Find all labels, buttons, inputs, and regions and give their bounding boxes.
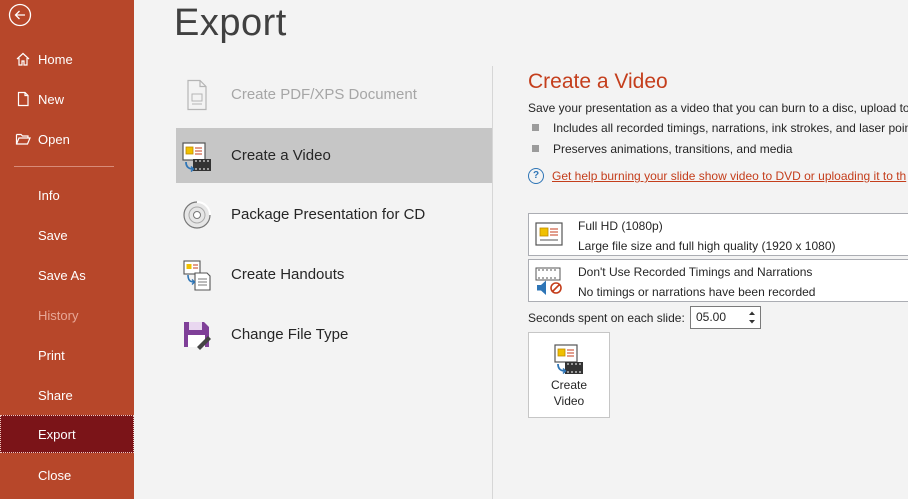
new-document-icon — [14, 90, 32, 108]
bullet-square — [532, 124, 539, 131]
nav-close[interactable]: Close — [0, 456, 134, 494]
option-create-pdf: Create PDF/XPS Document — [176, 67, 492, 122]
bullet-text: Preserves animations, transitions, and m… — [553, 142, 793, 156]
option-package-cd[interactable]: Package Presentation for CD — [176, 187, 492, 242]
video-panel-description: Save your presentation as a video that y… — [528, 101, 908, 115]
cd-icon — [182, 198, 212, 232]
panel-divider — [492, 66, 493, 499]
spinner-arrows-icon[interactable] — [746, 308, 758, 327]
seconds-value[interactable]: 05.00 — [696, 310, 726, 324]
nav-export[interactable]: Export — [0, 415, 134, 453]
home-icon — [14, 50, 32, 68]
no-narration-icon — [535, 267, 562, 295]
nav-home[interactable]: Home — [0, 40, 134, 78]
create-video-label-line2: Video — [553, 394, 585, 408]
nav-print-label: Print — [38, 347, 65, 363]
bullet-square — [532, 145, 539, 152]
nav-close-label: Close — [38, 467, 72, 483]
option-label: Create Handouts — [231, 266, 345, 283]
backstage-sidebar: Home New Open Info Save Save As History … — [0, 0, 134, 499]
seconds-spinner[interactable]: 05.00 — [690, 306, 761, 329]
video-panel-title: Create a Video — [528, 70, 668, 93]
nav-info[interactable]: Info — [0, 176, 134, 214]
help-question-icon: ? — [528, 168, 544, 184]
option-label: Create PDF/XPS Document — [231, 86, 417, 103]
quality-title: Full HD (1080p) — [578, 219, 663, 233]
page-title: Export — [174, 2, 287, 44]
option-label: Package Presentation for CD — [231, 206, 426, 223]
timings-subtitle: No timings or narrations have been recor… — [578, 285, 816, 299]
presentation-quality-icon — [535, 222, 563, 246]
sidebar-divider — [14, 166, 114, 167]
timings-title: Don't Use Recorded Timings and Narration… — [578, 265, 813, 279]
nav-print[interactable]: Print — [0, 336, 134, 374]
nav-share-label: Share — [38, 387, 73, 403]
open-folder-icon — [14, 130, 32, 148]
nav-save[interactable]: Save — [0, 216, 134, 254]
help-row: ? Get help burning your slide show video … — [528, 168, 906, 184]
option-label: Create a Video — [231, 147, 331, 164]
option-create-handouts[interactable]: Create Handouts — [176, 247, 492, 302]
quality-subtitle: Large file size and full high quality (1… — [578, 239, 836, 253]
nav-export-label: Export — [38, 426, 76, 442]
nav-new[interactable]: New — [0, 80, 134, 118]
create-video-icon — [554, 344, 583, 375]
nav-info-label: Info — [38, 187, 60, 203]
nav-save-as[interactable]: Save As — [0, 256, 134, 294]
nav-new-label: New — [38, 91, 65, 107]
bullet-text: Includes all recorded timings, narration… — [553, 121, 908, 135]
help-link[interactable]: Get help burning your slide show video t… — [552, 169, 906, 183]
nav-open[interactable]: Open — [0, 120, 134, 158]
option-create-video[interactable]: Create a Video — [176, 128, 492, 183]
handouts-icon — [182, 258, 212, 292]
nav-history: History — [0, 296, 134, 334]
nav-history-label: History — [38, 307, 79, 323]
nav-save-as-label: Save As — [38, 267, 86, 283]
video-icon — [182, 139, 212, 173]
nav-share[interactable]: Share — [0, 376, 134, 414]
create-video-button[interactable]: Create Video — [528, 332, 610, 418]
back-arrow-icon[interactable] — [8, 3, 32, 27]
option-change-file-type[interactable]: Change File Type — [176, 307, 492, 362]
seconds-label: Seconds spent on each slide: — [528, 311, 685, 325]
nav-home-label: Home — [38, 51, 73, 67]
nav-open-label: Open — [38, 131, 70, 147]
option-label: Change File Type — [231, 326, 349, 343]
pdf-document-icon — [182, 78, 212, 112]
quality-dropdown[interactable]: Full HD (1080p) Large file size and full… — [528, 213, 908, 256]
save-disk-icon — [182, 318, 212, 352]
create-video-label-line1: Create — [550, 378, 588, 392]
timings-dropdown[interactable]: Don't Use Recorded Timings and Narration… — [528, 259, 908, 302]
nav-save-label: Save — [38, 227, 68, 243]
